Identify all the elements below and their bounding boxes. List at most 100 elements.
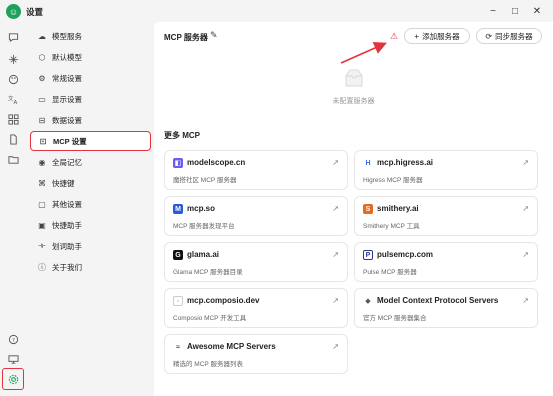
modelscope-logo-icon: ◧ bbox=[173, 158, 183, 168]
palette-icon[interactable] bbox=[6, 72, 20, 86]
nav-label: 划词助手 bbox=[52, 241, 82, 251]
memory-icon: ◉ bbox=[38, 157, 46, 167]
chat-icon[interactable] bbox=[6, 30, 20, 44]
nav-data-settings[interactable]: ⊟ 数据设置 bbox=[30, 110, 151, 130]
external-link-icon[interactable]: ↗ bbox=[522, 204, 529, 213]
empty-state-text: 未配置服务器 bbox=[332, 98, 375, 105]
card-name: glama.ai bbox=[187, 250, 220, 259]
card-desc: MCP 服务器发现平台 bbox=[173, 223, 235, 230]
nav-quick-assistant[interactable]: ▣ 快捷助手 bbox=[30, 215, 151, 235]
nav-label: 关于我们 bbox=[52, 262, 82, 272]
text-select-icon: ⟛ bbox=[38, 241, 46, 250]
card-name: pulsemcp.com bbox=[377, 250, 434, 259]
quick-assistant-icon: ▣ bbox=[38, 220, 46, 230]
nav-general-settings[interactable]: ⚙ 常规设置 bbox=[30, 68, 151, 88]
nav-label: 数据设置 bbox=[52, 115, 82, 125]
external-link-icon[interactable]: ↗ bbox=[332, 158, 339, 167]
translate-icon[interactable]: 文A bbox=[6, 92, 20, 106]
nav-default-model[interactable]: ⬡ 默认模型 bbox=[30, 47, 151, 67]
external-link-icon[interactable]: ↗ bbox=[522, 250, 529, 259]
card-name: Model Context Protocol Servers bbox=[377, 296, 499, 305]
maximize-button[interactable]: □ bbox=[506, 3, 524, 19]
mcp-card-pulsemcp[interactable]: P pulsemcp.com Pulse MCP 服务器 ↗ bbox=[354, 242, 538, 282]
plus-icon: + bbox=[414, 31, 420, 41]
mcp-card-higress[interactable]: H mcp.higress.ai Higress MCP 服务器 ↗ bbox=[354, 150, 538, 190]
mcp-settings-panel: MCP 服务器 ✎ ⚠ + 添加服务器 ⟳ 同步服务器 未配置服务器 更多 MCP … bbox=[154, 22, 553, 396]
app-logo-icon[interactable]: ☺ bbox=[6, 4, 21, 19]
warning-icon[interactable]: ⚠ bbox=[390, 31, 398, 42]
add-server-label: 添加服务器 bbox=[422, 31, 460, 41]
nav-about[interactable]: ⓘ 关于我们 bbox=[30, 257, 151, 277]
more-settings-icon: ▢ bbox=[38, 199, 46, 209]
nav-label: 快捷键 bbox=[52, 178, 75, 188]
nav-text-select-assistant[interactable]: ⟛ 划词助手 bbox=[30, 236, 151, 256]
add-server-button[interactable]: + 添加服务器 bbox=[404, 28, 470, 44]
nav-label: MCP 设置 bbox=[53, 136, 87, 146]
mcp-card-smithery[interactable]: S smithery.ai Smithery MCP 工具 ↗ bbox=[354, 196, 538, 236]
card-desc: Pulse MCP 服务器 bbox=[363, 269, 417, 276]
cube-icon: ⬡ bbox=[38, 52, 46, 62]
close-button[interactable]: ✕ bbox=[528, 3, 546, 19]
mcpso-logo-icon: M bbox=[173, 204, 183, 214]
mcp-card-official-servers[interactable]: ◆ Model Context Protocol Servers 官方 MCP … bbox=[354, 288, 538, 328]
sparkle-icon[interactable] bbox=[6, 52, 20, 66]
nav-display-settings[interactable]: ▭ 显示设置 bbox=[30, 89, 151, 109]
sync-server-label: 同步服务器 bbox=[495, 31, 533, 41]
nav-label: 其他设置 bbox=[52, 199, 82, 209]
minimize-button[interactable]: − bbox=[484, 3, 502, 19]
mcp-card-composio[interactable]: ▫ mcp.composio.dev Composio MCP 开发工具 ↗ bbox=[164, 288, 348, 328]
nav-other-settings[interactable]: ▢ 其他设置 bbox=[30, 194, 151, 214]
nav-label: 默认模型 bbox=[52, 52, 82, 62]
card-desc: 官方 MCP 服务器集合 bbox=[363, 315, 427, 322]
external-link-icon[interactable]: ↗ bbox=[522, 158, 529, 167]
higress-logo-icon: H bbox=[363, 158, 373, 168]
composio-logo-icon: ▫ bbox=[173, 296, 183, 306]
smithery-logo-icon: S bbox=[363, 204, 373, 214]
card-name: modelscope.cn bbox=[187, 158, 246, 167]
page-title: MCP 服务器 bbox=[164, 33, 208, 42]
mcp-official-logo-icon: ◆ bbox=[363, 296, 373, 306]
settings-nav: ☁ 模型服务 ⬡ 默认模型 ⚙ 常规设置 ▭ 显示设置 ⊟ 数据设置 ⊡ MCP 设置 ◉ 全… bbox=[26, 22, 154, 396]
external-link-icon[interactable]: ↗ bbox=[332, 342, 339, 351]
external-link-icon[interactable]: ↗ bbox=[522, 296, 529, 305]
display-icon[interactable] bbox=[6, 352, 20, 366]
nav-global-memory[interactable]: ◉ 全局记忆 bbox=[30, 152, 151, 172]
apps-grid-icon[interactable] bbox=[6, 112, 20, 126]
mcp-card-mcpso[interactable]: M mcp.so MCP 服务器发现平台 ↗ bbox=[164, 196, 348, 236]
edit-icon[interactable]: ✎ bbox=[210, 30, 218, 41]
command-icon: ⌘ bbox=[38, 178, 46, 188]
document-icon[interactable] bbox=[6, 132, 20, 146]
mcp-card-modelscope[interactable]: ◧ modelscope.cn 魔搭社区 MCP 服务器 ↗ bbox=[164, 150, 348, 190]
card-name: smithery.ai bbox=[377, 204, 419, 213]
sync-server-button[interactable]: ⟳ 同步服务器 bbox=[476, 28, 542, 44]
svg-text:?: ? bbox=[11, 337, 14, 343]
external-link-icon[interactable]: ↗ bbox=[332, 296, 339, 305]
mcp-card-glama[interactable]: G glama.ai Glama MCP 服务器目录 ↗ bbox=[164, 242, 348, 282]
card-name: Awesome MCP Servers bbox=[187, 342, 276, 351]
more-mcp-title: 更多 MCP bbox=[164, 131, 200, 140]
external-link-icon[interactable]: ↗ bbox=[332, 204, 339, 213]
nav-label: 显示设置 bbox=[52, 94, 82, 104]
empty-inbox-icon bbox=[342, 68, 366, 90]
card-name: mcp.higress.ai bbox=[377, 158, 434, 167]
monitor-icon: ▭ bbox=[38, 94, 46, 104]
card-name: mcp.composio.dev bbox=[187, 296, 260, 305]
nav-shortcuts[interactable]: ⌘ 快捷键 bbox=[30, 173, 151, 193]
folder-icon[interactable] bbox=[6, 152, 20, 166]
mcp-card-awesome[interactable]: ≈ Awesome MCP Servers 精选的 MCP 服务器列表 ↗ bbox=[164, 334, 348, 374]
nav-label: 模型服务 bbox=[52, 31, 82, 41]
awesome-logo-icon: ≈ bbox=[173, 342, 183, 352]
app-icon-sidebar: 文A ? bbox=[0, 22, 26, 396]
card-desc: Composio MCP 开发工具 bbox=[173, 315, 247, 322]
sync-icon: ⟳ bbox=[485, 31, 493, 41]
help-icon[interactable]: ? bbox=[6, 332, 20, 346]
nav-mcp-settings[interactable]: ⊡ MCP 设置 bbox=[30, 131, 151, 151]
cloud-icon: ☁ bbox=[38, 31, 46, 41]
card-desc: Smithery MCP 工具 bbox=[363, 223, 420, 230]
card-name: mcp.so bbox=[187, 204, 216, 213]
card-desc: 精选的 MCP 服务器列表 bbox=[173, 361, 243, 368]
nav-label: 常规设置 bbox=[52, 73, 82, 83]
nav-model-service[interactable]: ☁ 模型服务 bbox=[30, 26, 151, 46]
external-link-icon[interactable]: ↗ bbox=[332, 250, 339, 259]
card-desc: 魔搭社区 MCP 服务器 bbox=[173, 177, 237, 184]
